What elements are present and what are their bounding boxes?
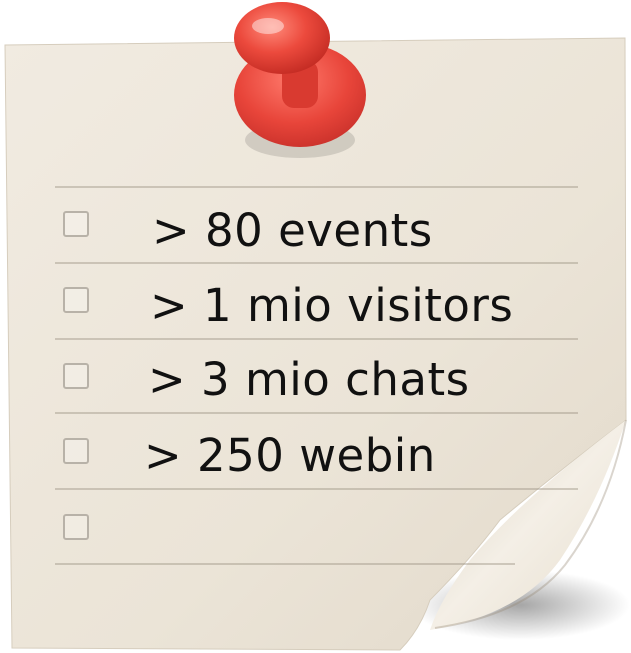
- checkbox-icon[interactable]: [63, 211, 89, 237]
- list-item-label: > 250 webin: [144, 429, 436, 482]
- checkbox-icon[interactable]: [63, 514, 89, 540]
- ruled-line: [55, 262, 578, 264]
- list-item-label: > 80 events: [152, 204, 433, 257]
- ruled-line: [55, 412, 578, 414]
- ruled-line: [55, 186, 578, 188]
- list-item-label: > 1 mio visitors: [150, 279, 514, 332]
- ruled-line: [55, 488, 578, 490]
- list-item-label: > 3 mio chats: [148, 353, 470, 406]
- checkbox-icon[interactable]: [63, 438, 89, 464]
- ruled-line: [55, 338, 578, 340]
- ruled-line: [55, 563, 515, 565]
- pushpin-icon: [234, 2, 366, 147]
- checkbox-icon[interactable]: [63, 363, 89, 389]
- checkbox-icon[interactable]: [63, 287, 89, 313]
